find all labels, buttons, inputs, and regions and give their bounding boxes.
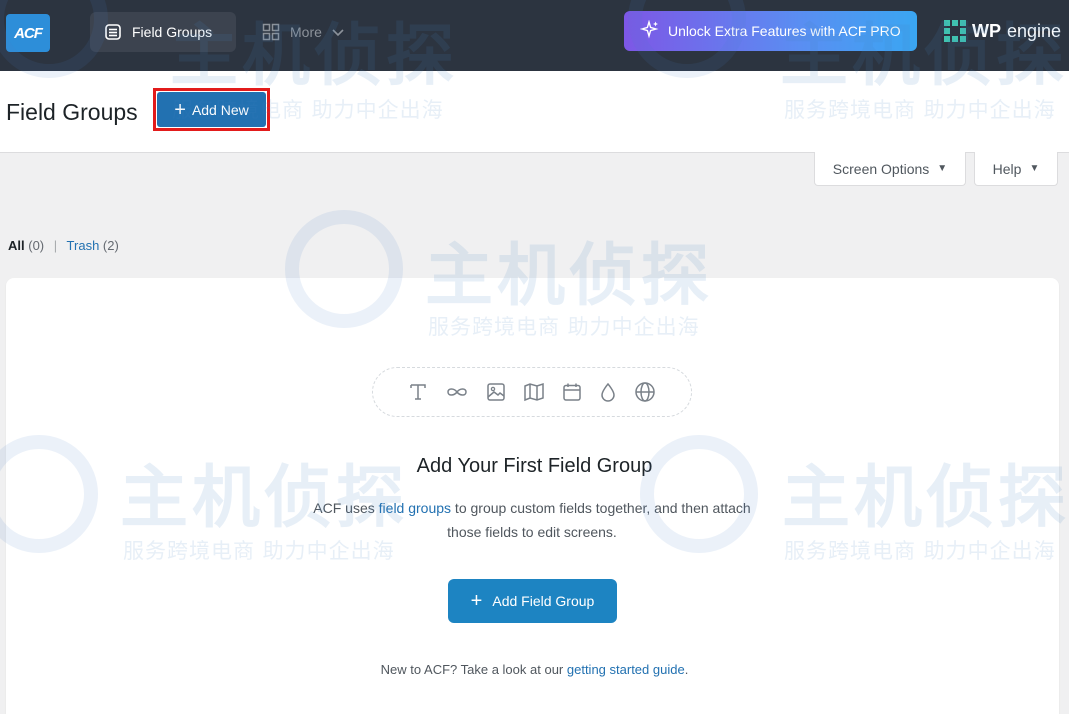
nav-more-label: More <box>290 24 322 40</box>
desc-before: ACF uses <box>313 500 379 516</box>
getting-started-link[interactable]: getting started guide <box>567 662 685 677</box>
add-field-group-label: Add Field Group <box>492 593 595 609</box>
help-button[interactable]: Help ▼ <box>974 152 1058 186</box>
globe-icon <box>634 381 656 403</box>
screen-options-label: Screen Options <box>832 160 930 177</box>
infinity-icon <box>445 382 469 402</box>
nav-field-groups-label: Field Groups <box>132 24 213 40</box>
screen-options-button[interactable]: Screen Options ▼ <box>814 152 966 186</box>
footer-after: . <box>684 662 689 677</box>
getting-started-note: New to ACF? Take a look at our getting s… <box>0 662 1069 677</box>
field-type-icons <box>372 367 692 417</box>
filter-all[interactable]: All <box>8 238 25 253</box>
plus-icon: + <box>174 98 186 121</box>
field-groups-link[interactable]: field groups <box>379 500 451 516</box>
unlock-pro-label: Unlock Extra Features with ACF PRO <box>668 23 901 39</box>
help-label: Help <box>992 160 1022 177</box>
wpengine-grid-icon <box>944 20 966 42</box>
text-icon <box>408 382 428 402</box>
nav-field-groups[interactable]: Field Groups <box>90 12 236 52</box>
nav-more[interactable]: More <box>256 12 344 52</box>
empty-state-title: Add Your First Field Group <box>416 455 653 477</box>
list-icon <box>104 23 122 41</box>
image-icon <box>486 382 506 402</box>
color-drop-icon <box>599 382 617 402</box>
filter-trash[interactable]: Trash <box>67 238 100 253</box>
desc-after: to group custom fields together, and the… <box>447 500 751 540</box>
add-field-group-button[interactable]: + Add Field Group <box>448 579 617 623</box>
unlock-pro-button[interactable]: Unlock Extra Features with ACF PRO <box>624 11 917 51</box>
empty-state-description: ACF uses field groups to group custom fi… <box>300 496 764 544</box>
caret-down-icon: ▼ <box>937 163 948 174</box>
wpengine-logo[interactable]: WP engine <box>944 18 1061 44</box>
filter-separator: | <box>53 238 58 253</box>
wpengine-wp-text: WP <box>972 20 1001 41</box>
sparkle-icon <box>639 19 660 43</box>
caret-down-icon: ▼ <box>1029 163 1040 174</box>
wpengine-engine-text: engine <box>1007 20 1062 41</box>
chevron-down-icon <box>332 24 344 40</box>
add-new-button[interactable]: + Add New <box>157 92 266 127</box>
page-title: Field Groups <box>6 99 138 125</box>
calendar-icon <box>562 382 582 402</box>
map-icon <box>523 382 545 402</box>
add-new-label: Add New <box>191 101 249 118</box>
status-filters: All (0) | Trash (2) <box>8 238 119 253</box>
plus-icon: + <box>470 590 483 612</box>
filter-trash-count: (2) <box>102 238 119 253</box>
footer-before: New to ACF? Take a look at our <box>380 662 567 677</box>
admin-topbar: ACF Field Groups More Unlock Extra Featu… <box>0 0 1069 71</box>
acf-logo[interactable]: ACF <box>6 14 50 52</box>
filter-all-count: (0) <box>28 238 45 253</box>
grid-icon <box>262 23 280 41</box>
